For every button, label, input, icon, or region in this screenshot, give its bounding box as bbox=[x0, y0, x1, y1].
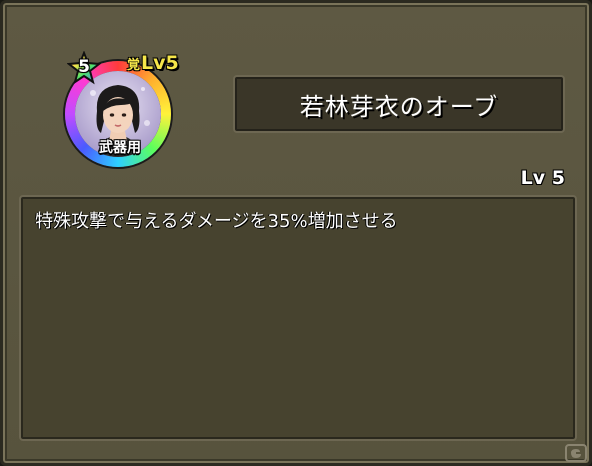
orb-level-value: Lv 5 bbox=[520, 167, 565, 189]
awakening-mark-icon: 覚 bbox=[127, 57, 141, 73]
orb-name-box: 若林芽衣のオーブ bbox=[233, 75, 565, 133]
awakening-level-badge: 覚 Lv5 bbox=[127, 51, 179, 75]
orb-detail-panel: 5 覚 Lv5 武器用 若林芽衣のオーブ Lv 5 特殊攻撃で与えるダメージを3… bbox=[0, 0, 592, 466]
orb-name: 若林芽衣のオーブ bbox=[299, 92, 499, 121]
orb-icon[interactable]: 5 覚 Lv5 武器用 bbox=[63, 51, 183, 171]
site-watermark-icon bbox=[565, 444, 587, 462]
orb-level-label: Lv5 bbox=[141, 52, 179, 74]
orb-type-label: 武器用 bbox=[99, 140, 141, 156]
orb-description: 特殊攻撃で与えるダメージを35%増加させる bbox=[35, 211, 398, 232]
rarity-number: 5 bbox=[78, 57, 90, 77]
description-box: 特殊攻撃で与えるダメージを35%増加させる bbox=[19, 195, 577, 441]
